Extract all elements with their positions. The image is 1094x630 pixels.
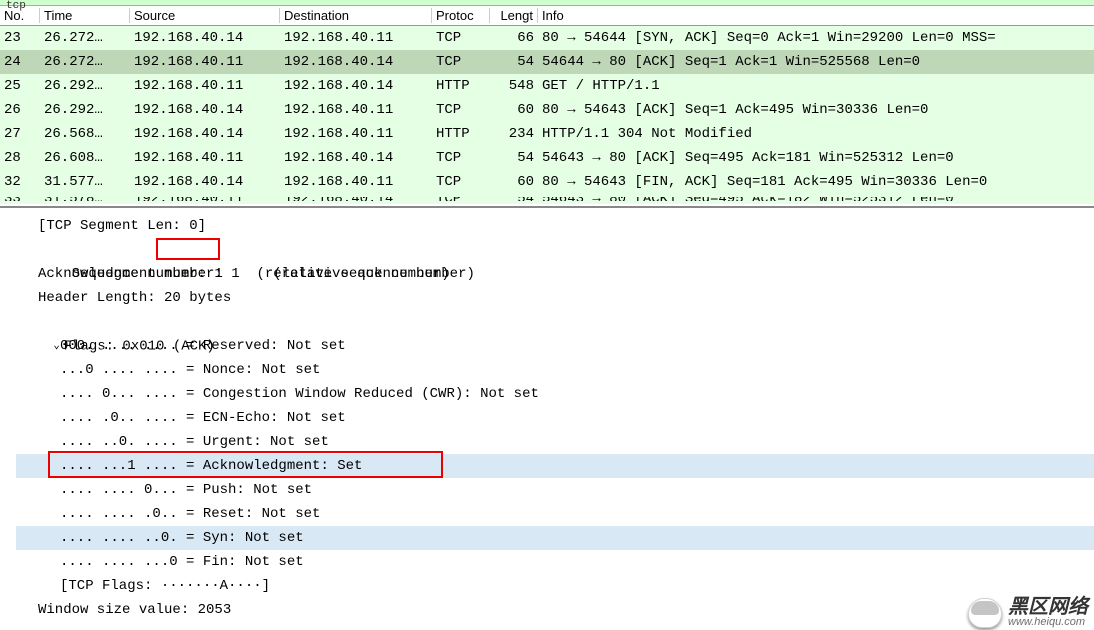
cell-proto: HTTP [432,126,490,142]
detail-flags-header[interactable]: ⌄Flags: 0x010 (ACK) [16,310,1094,334]
cell-dst: 192.168.40.11 [280,126,432,142]
cell-src: 192.168.40.11 [130,78,280,94]
packet-row[interactable]: 2726.568…192.168.40.14192.168.40.11HTTP2… [0,122,1094,146]
cell-src: 192.168.40.14 [130,174,280,190]
detail-seqnum[interactable]: Sequence number: 1 (relative sequence nu… [16,238,1094,262]
flag-reserved[interactable]: 000. .... .... = Reserved: Not set [16,334,1094,358]
cell-no: 23 [0,30,40,46]
cell-time: 26.292… [40,78,130,94]
watermark-title: 黑区网络 [1008,597,1088,617]
cell-dst: 192.168.40.14 [280,197,432,201]
cell-info: 80 → 54644 [SYN, ACK] Seq=0 Ack=1 Win=29… [538,30,1094,46]
cell-proto: TCP [432,174,490,190]
packet-row[interactable]: 3231.577…192.168.40.14192.168.40.11TCP60… [0,170,1094,194]
flag-push[interactable]: .... .... 0... = Push: Not set [16,478,1094,502]
flag-cwr[interactable]: .... 0... .... = Congestion Window Reduc… [16,382,1094,406]
detail-acknum[interactable]: Acknowledgment number: 1 (relative ack n… [16,262,1094,286]
cell-time: 31.578… [40,197,130,201]
packet-list[interactable]: 2326.272…192.168.40.14192.168.40.11TCP66… [0,26,1094,208]
watermark-url: www.heiqu.com [1008,616,1088,628]
cell-no: 32 [0,174,40,190]
detail-hdrlen[interactable]: Header Length: 20 bytes [16,286,1094,310]
cell-src: 192.168.40.14 [130,102,280,118]
cell-len: 54 [490,150,538,166]
detail-tcp-seglen[interactable]: [TCP Segment Len: 0] [16,214,1094,238]
flag-urgent[interactable]: .... ..0. .... = Urgent: Not set [16,430,1094,454]
cell-info: 54644 → 80 [ACK] Seq=1 Ack=1 Win=525568 … [538,54,1094,70]
detail-pane[interactable]: [TCP Segment Len: 0] Sequence number: 1 … [0,208,1094,628]
cell-info: HTTP/1.1 304 Not Modified [538,126,1094,142]
cell-no: 27 [0,126,40,142]
flag-reset[interactable]: .... .... .0.. = Reset: Not set [16,502,1094,526]
packet-row[interactable]: 2626.292…192.168.40.14192.168.40.11TCP60… [0,98,1094,122]
cell-dst: 192.168.40.14 [280,150,432,166]
cell-no: 25 [0,78,40,94]
col-header-dst[interactable]: Destination [280,8,432,23]
packet-row[interactable]: 3331.578…192.168.40.11192.168.40.14TCP54… [0,194,1094,204]
cell-src: 192.168.40.14 [130,30,280,46]
cell-time: 26.272… [40,54,130,70]
cell-len: 548 [490,78,538,94]
cell-info: 80 → 54643 [ACK] Seq=1 Ack=495 Win=30336… [538,102,1094,118]
cell-info: 54643 → 80 [ACK] Seq=495 Ack=182 Win=525… [538,197,1094,201]
cell-time: 26.272… [40,30,130,46]
cell-len: 54 [490,197,538,201]
cell-dst: 192.168.40.11 [280,30,432,46]
cell-dst: 192.168.40.14 [280,54,432,70]
col-header-proto[interactable]: Protoc [432,8,490,23]
cell-no: 28 [0,150,40,166]
cell-src: 192.168.40.14 [130,126,280,142]
cell-time: 26.292… [40,102,130,118]
packet-row[interactable]: 2526.292…192.168.40.11192.168.40.14HTTP5… [0,74,1094,98]
cell-proto: TCP [432,102,490,118]
col-header-no[interactable]: No. [0,8,40,23]
cell-len: 60 [490,174,538,190]
watermark: 黑区网络 www.heiqu.com [968,597,1088,628]
col-header-info[interactable]: Info [538,8,1094,23]
cell-len: 60 [490,102,538,118]
cell-info: 80 → 54643 [FIN, ACK] Seq=181 Ack=495 Wi… [538,174,1094,190]
cell-time: 26.608… [40,150,130,166]
flag-nonce[interactable]: ...0 .... .... = Nonce: Not set [16,358,1094,382]
flag-ack[interactable]: .... ...1 .... = Acknowledgment: Set [16,454,1094,478]
cell-time: 31.577… [40,174,130,190]
cell-time: 26.568… [40,126,130,142]
packet-row[interactable]: 2826.608…192.168.40.11192.168.40.14TCP54… [0,146,1094,170]
cell-dst: 192.168.40.14 [280,78,432,94]
cell-len: 54 [490,54,538,70]
cell-info: GET / HTTP/1.1 [538,78,1094,94]
cell-dst: 192.168.40.11 [280,174,432,190]
cell-proto: TCP [432,54,490,70]
cell-len: 234 [490,126,538,142]
cell-len: 66 [490,30,538,46]
cell-no: 24 [0,54,40,70]
packet-list-header: No. Time Source Destination Protoc Lengt… [0,6,1094,26]
col-header-src[interactable]: Source [130,8,280,23]
flag-summary[interactable]: [TCP Flags: ·······A····] [16,574,1094,598]
col-header-len[interactable]: Lengt [490,8,538,23]
mushroom-icon [968,598,1002,628]
cell-src: 192.168.40.11 [130,150,280,166]
cell-proto: TCP [432,30,490,46]
cell-proto: HTTP [432,78,490,94]
cell-no: 33 [0,197,40,201]
flag-syn[interactable]: .... .... ..0. = Syn: Not set [16,526,1094,550]
col-header-time[interactable]: Time [40,8,130,23]
detail-winsize[interactable]: Window size value: 2053 [16,598,1094,622]
cell-proto: TCP [432,150,490,166]
packet-row[interactable]: 2426.272…192.168.40.11192.168.40.14TCP54… [0,50,1094,74]
packet-row[interactable]: 2326.272…192.168.40.14192.168.40.11TCP66… [0,26,1094,50]
flag-ecn[interactable]: .... .0.. .... = ECN-Echo: Not set [16,406,1094,430]
flag-fin[interactable]: .... .... ...0 = Fin: Not set [16,550,1094,574]
cell-no: 26 [0,102,40,118]
cell-src: 192.168.40.11 [130,197,280,201]
cell-proto: TCP [432,197,490,201]
cell-dst: 192.168.40.11 [280,102,432,118]
cell-info: 54643 → 80 [ACK] Seq=495 Ack=181 Win=525… [538,150,1094,166]
cell-src: 192.168.40.11 [130,54,280,70]
